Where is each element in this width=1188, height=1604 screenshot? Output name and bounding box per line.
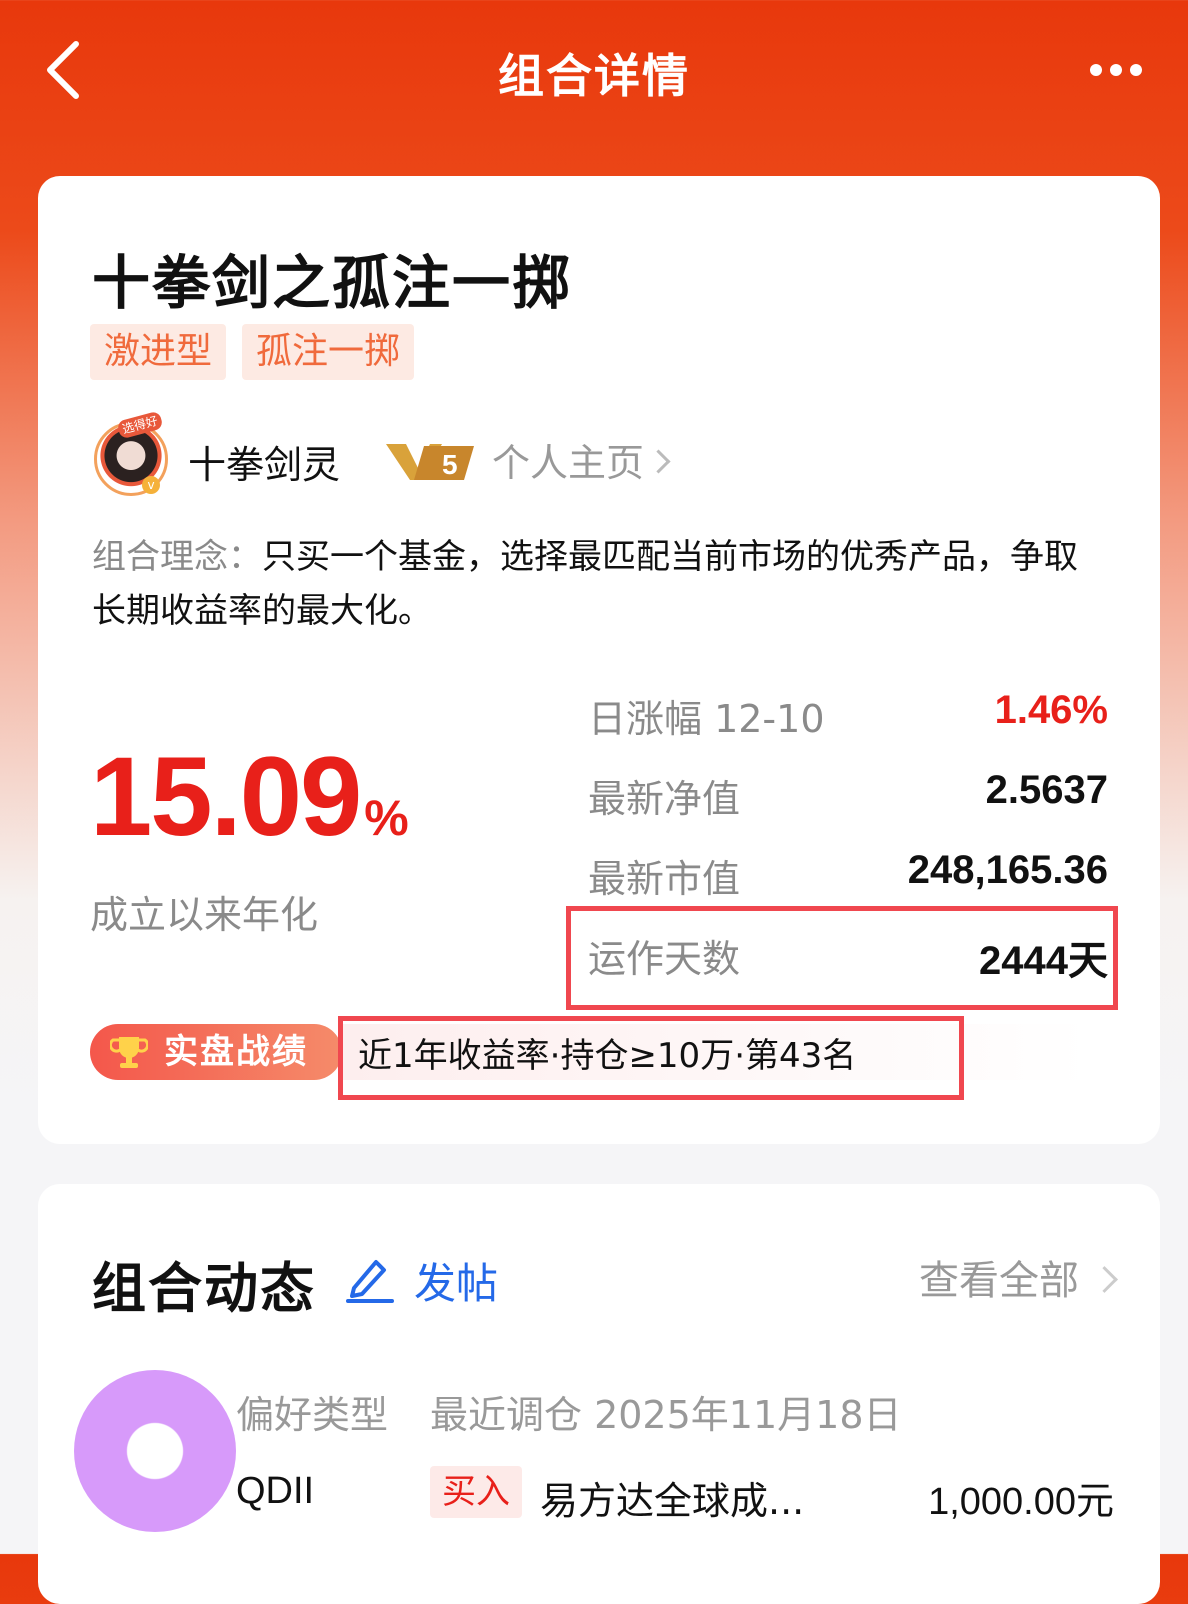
portfolio-name: 十拳剑之孤注一掷 [92,249,573,317]
stat-value-nav: 2.5637 [985,768,1108,812]
vip-level-badge-icon: 5 [386,444,474,480]
svg-text:5: 5 [442,449,458,480]
portfolio-tag-style: 孤注一掷 [242,324,415,380]
award-badge[interactable]: 实盘战绩 [90,1024,342,1080]
homepage-link-label: 个人主页 [492,441,645,485]
annualized-return: 15.09% [90,732,409,861]
award-label: 实盘战绩 [164,1032,308,1072]
stat-value-market-value: 248,165.36 [907,848,1108,892]
preference-type-value: QDII [236,1470,315,1512]
view-all-label: 查看全部 [919,1258,1079,1304]
page-title: 组合详情 [498,49,690,103]
preference-donut-chart [74,1370,236,1532]
stat-label-daily-change: 日涨幅 12-10 [588,697,825,741]
portfolio-tag-risk: 激进型 [90,324,227,380]
preference-type-label: 偏好类型 [236,1393,389,1437]
trophy-icon [110,1037,148,1068]
view-all-link[interactable]: 查看全部 [919,1248,1118,1306]
annualized-return-value: 15.09 [90,734,362,859]
stat-value-daily-change: 1.46% [994,688,1108,732]
owner-name[interactable]: 十拳剑灵 [188,434,340,489]
more-options-icon[interactable] [1090,52,1160,88]
trade-amount: 1,000.00元 [928,1481,1114,1523]
chevron-right-icon [646,449,671,474]
annualized-return-label: 成立以来年化 [90,893,319,937]
portfolio-dynamics-card: 组合动态 发帖 查看全部 偏好类型 QDII 最近调仓 2025年11月18日 … [38,1184,1160,1604]
highlight-box-rank [338,1016,964,1100]
stat-label-market-value: 最新市值 [588,857,741,901]
top-nav-bar: 组合详情 [0,0,1188,140]
highlight-box-running-days [566,906,1118,1010]
dynamics-title: 组合动态 [92,1257,316,1320]
post-label: 发帖 [414,1259,499,1308]
portfolio-philosophy: 组合理念：只买一个基金，选择最匹配当前市场的优秀产品，争取长期收益率的最大化。 [92,530,1092,638]
portfolio-summary-card: 十拳剑之孤注一掷 激进型 孤注一掷 选得好 v 十拳剑灵 5 个人主页 组合理念… [38,176,1160,1144]
fund-name[interactable]: 易方达全球成... [540,1470,804,1525]
buy-action-tag: 买入 [430,1466,522,1518]
recent-rebalance-label: 最近调仓 2025年11月18日 [430,1393,902,1437]
personal-homepage-link[interactable]: 个人主页 [492,432,671,487]
stat-label-nav: 最新净值 [588,777,741,821]
chevron-right-icon [1091,1265,1118,1293]
pencil-icon [346,1260,394,1303]
verified-icon: v [142,476,160,494]
annualized-return-unit: % [364,790,408,846]
philosophy-label: 组合理念： [92,537,262,577]
